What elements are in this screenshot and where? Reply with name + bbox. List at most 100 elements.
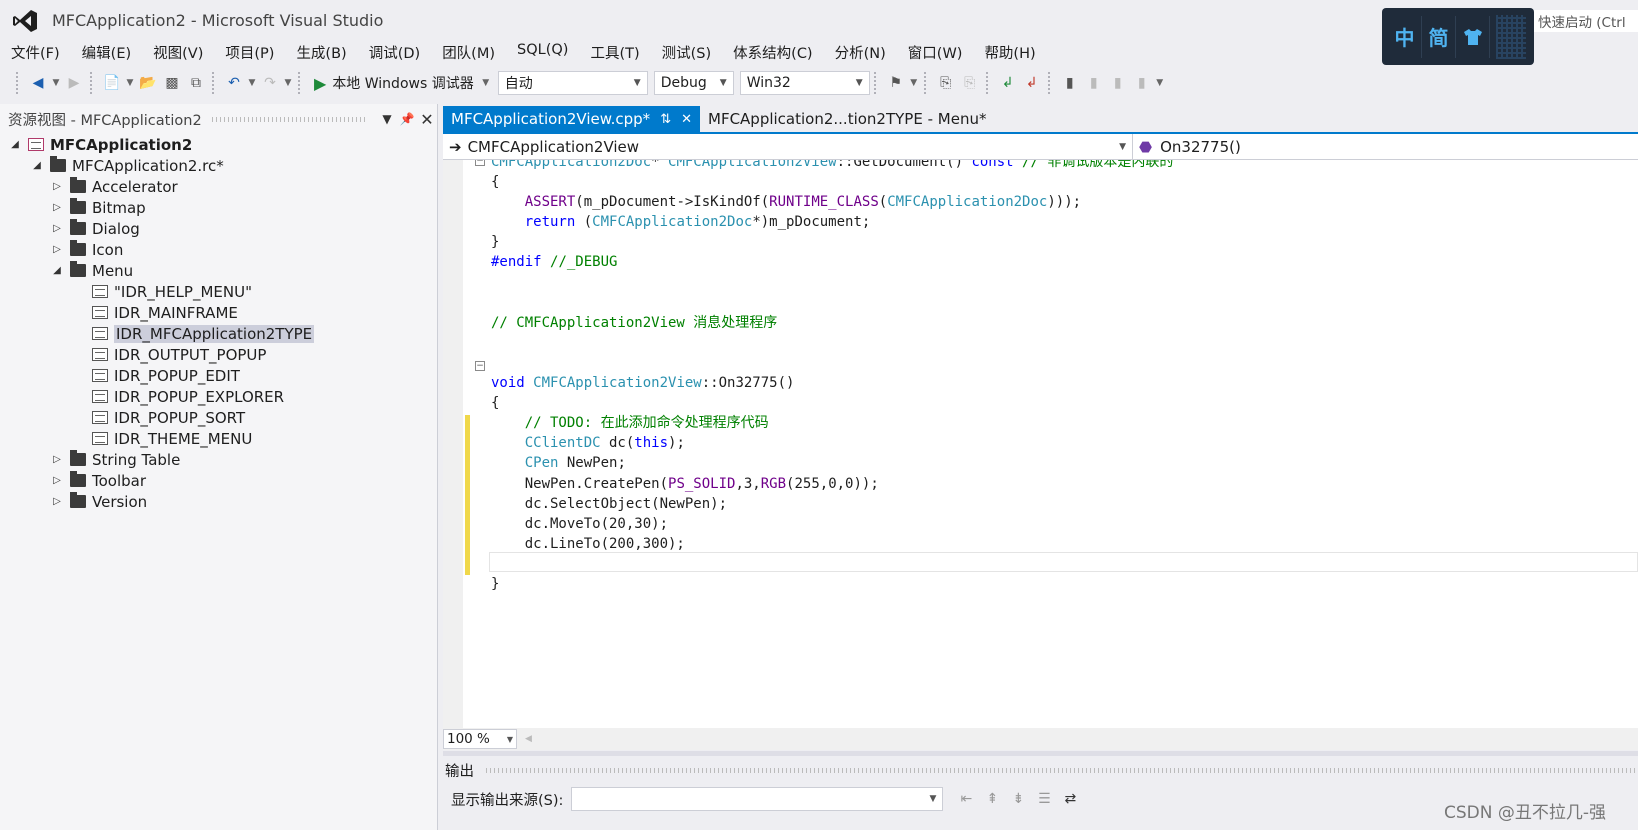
chevron-down-icon[interactable]: ▼	[124, 78, 136, 88]
collapsed-arrow-icon[interactable]: ▷	[50, 454, 64, 465]
find-in-files-icon[interactable]: ⚑	[884, 71, 908, 95]
chevron-down-icon[interactable]: ▼	[480, 78, 492, 88]
previous-message-icon[interactable]: ⇞	[979, 791, 1005, 807]
panel-splitter[interactable]	[437, 104, 442, 830]
next-message-icon[interactable]: ⇟	[1005, 791, 1031, 807]
header-grip[interactable]	[211, 116, 367, 122]
menu-debug[interactable]: 调试(D)	[358, 40, 431, 64]
tree-node-version[interactable]: ▷ Version	[50, 491, 147, 512]
previous-bookmark-icon[interactable]: ▮	[1082, 71, 1106, 95]
collapsed-arrow-icon[interactable]: ▷	[50, 475, 64, 486]
menu-edit[interactable]: 编辑(E)	[71, 40, 142, 64]
tree-node-menu-item-selected[interactable]: IDR_MFCApplication2TYPE	[92, 323, 315, 344]
menu-help[interactable]: 帮助(H)	[973, 40, 1046, 64]
tab-mfcapplication2view-cpp[interactable]: MFCApplication2View.cpp* ⇅ ✕	[443, 106, 700, 132]
tree-node-menu-item[interactable]: IDR_OUTPUT_POPUP	[92, 344, 266, 365]
save-icon[interactable]: ▩	[160, 71, 184, 95]
solution-mode-value: 自动	[504, 76, 533, 92]
code-editor[interactable]: − − CMFCApplication2Doc* CMFCApplication…	[443, 160, 1638, 728]
tree-node-menu-item[interactable]: IDR_POPUP_EDIT	[92, 365, 240, 386]
bookmark-icon[interactable]: ▮	[1058, 71, 1082, 95]
header-grip[interactable]	[486, 767, 1638, 773]
configuration-select[interactable]: Debug ▼	[653, 71, 734, 95]
toggle-word-wrap-icon[interactable]: ⇄	[1057, 791, 1083, 807]
tree-node-root[interactable]: ◢ MFCApplication2	[8, 134, 192, 155]
navigate-forward-icon[interactable]: ▶	[62, 71, 86, 95]
menu-analyze[interactable]: 分析(N)	[824, 40, 897, 64]
menu-tools[interactable]: 工具(T)	[579, 40, 650, 64]
code-text[interactable]: CMFCApplication2Doc* CMFCApplication2Vie…	[491, 160, 1173, 594]
uncomment-icon[interactable]: ↲	[1020, 71, 1044, 95]
redo-icon[interactable]: ↷	[258, 71, 282, 95]
menu-team[interactable]: 团队(M)	[431, 40, 506, 64]
clear-bookmarks-icon[interactable]: ▮	[1130, 71, 1154, 95]
menu-architecture[interactable]: 体系结构(C)	[722, 40, 823, 64]
outline-collapse-icon[interactable]: −	[475, 160, 485, 166]
new-project-icon[interactable]: 📄	[100, 71, 124, 95]
menu-window[interactable]: 窗口(W)	[897, 40, 974, 64]
collapsed-arrow-icon[interactable]: ▷	[50, 181, 64, 192]
step-into-icon[interactable]: ⎘	[934, 71, 958, 95]
start-debugging-button[interactable]: ▶ 本地 Windows 调试器 ▼	[314, 73, 492, 93]
member-dropdown[interactable]: ⬣ On32775()	[1133, 134, 1638, 159]
menu-test[interactable]: 测试(S)	[651, 40, 723, 64]
navigate-back-icon[interactable]: ◀	[26, 71, 50, 95]
chevron-down-icon[interactable]: ▼	[50, 78, 62, 88]
toolbar-grip[interactable]	[16, 72, 22, 94]
dropdown-arrow-icon[interactable]: ▼	[377, 112, 397, 126]
expanded-arrow-icon[interactable]: ◢	[8, 139, 22, 150]
editor-gutter[interactable]	[443, 160, 463, 728]
save-all-icon[interactable]: ⧉	[184, 71, 208, 95]
collapsed-arrow-icon[interactable]: ▷	[50, 244, 64, 255]
menu-view[interactable]: 视图(V)	[142, 40, 214, 64]
menu-build[interactable]: 生成(B)	[285, 40, 357, 64]
tree-node-toolbar[interactable]: ▷ Toolbar	[50, 470, 146, 491]
platform-select[interactable]: Win32 ▼	[739, 71, 870, 95]
tree-node-menu-item[interactable]: IDR_POPUP_SORT	[92, 407, 245, 428]
output-source-select[interactable]: ▼	[571, 787, 944, 811]
tab-menu-resource[interactable]: MFCApplication2...tion2TYPE - Menu*	[700, 106, 994, 132]
expanded-arrow-icon[interactable]: ◢	[50, 265, 64, 276]
chevron-down-icon[interactable]: ▼	[246, 78, 258, 88]
tree-node-menu-item[interactable]: IDR_MAINFRAME	[92, 302, 238, 323]
chevron-down-icon[interactable]: ▼	[908, 78, 920, 88]
expanded-arrow-icon[interactable]: ◢	[30, 160, 44, 171]
zoom-select[interactable]: 100 % ▼	[443, 729, 517, 749]
tree-node-rc[interactable]: ◢ MFCApplication2.rc*	[30, 155, 224, 176]
tree-node-icon[interactable]: ▷ Icon	[50, 239, 123, 260]
comment-icon[interactable]: ↲	[996, 71, 1020, 95]
menu-sql[interactable]: SQL(Q)	[506, 40, 579, 64]
undo-icon[interactable]: ↶	[222, 71, 246, 95]
tree-node-bitmap[interactable]: ▷ Bitmap	[50, 197, 146, 218]
class-dropdown[interactable]: ➔ CMFCApplication2View ▼	[443, 134, 1133, 159]
tree-node-menu-item[interactable]: IDR_POPUP_EXPLORER	[92, 386, 284, 407]
tree-node-menu[interactable]: ◢ Menu	[50, 260, 133, 281]
tree-node-menu-item[interactable]: "IDR_HELP_MENU"	[92, 281, 252, 302]
close-icon[interactable]: ✕	[417, 110, 437, 129]
tree-node-string-table[interactable]: ▷ String Table	[50, 449, 180, 470]
pin-icon[interactable]: 📌	[397, 112, 417, 126]
tree-node-menu-item[interactable]: IDR_THEME_MENU	[92, 428, 252, 449]
chevron-down-icon[interactable]: ▼	[282, 78, 294, 88]
quick-launch-input[interactable]: 快速启动 (Ctrl	[1534, 10, 1638, 32]
tree-node-dialog[interactable]: ▷ Dialog	[50, 218, 140, 239]
next-bookmark-icon[interactable]: ▮	[1106, 71, 1130, 95]
step-over-icon[interactable]: ⎘	[958, 71, 982, 95]
go-to-message-icon[interactable]: ⇤	[953, 791, 979, 807]
tree-node-accelerator[interactable]: ▷ Accelerator	[50, 176, 178, 197]
scroll-left-icon[interactable]: ◀	[525, 734, 532, 744]
pin-icon[interactable]: ⇅	[660, 112, 671, 127]
menu-project[interactable]: 项目(P)	[214, 40, 285, 64]
collapsed-arrow-icon[interactable]: ▷	[50, 223, 64, 234]
open-file-icon[interactable]: 📂	[136, 71, 160, 95]
menu-file[interactable]: 文件(F)	[0, 40, 71, 64]
clear-all-icon[interactable]: ☰	[1031, 791, 1057, 807]
collapsed-arrow-icon[interactable]: ▷	[50, 202, 64, 213]
pane-splitter[interactable]	[443, 751, 1638, 756]
toolbar-separator	[873, 72, 880, 94]
collapsed-arrow-icon[interactable]: ▷	[50, 496, 64, 507]
outline-collapse-icon[interactable]: −	[475, 361, 485, 371]
close-icon[interactable]: ✕	[681, 112, 692, 127]
toolbar-overflow-icon[interactable]: ▼	[1154, 78, 1166, 88]
solution-mode-select[interactable]: 自动 ▼	[497, 71, 648, 95]
